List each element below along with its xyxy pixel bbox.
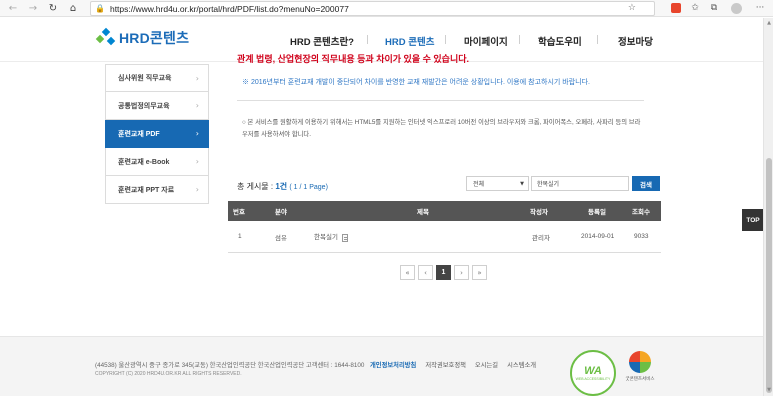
total-number: 1건: [275, 182, 288, 191]
nav-divider: [367, 35, 368, 44]
page-scrollbar[interactable]: ▲ ▼: [763, 18, 773, 396]
side-item-label: 훈련교재 e-Book: [118, 158, 170, 166]
reload-icon[interactable]: ↻: [46, 1, 60, 15]
next-page-button[interactable]: ›: [454, 265, 469, 280]
row-date: 2014-09-01: [581, 233, 615, 240]
row-field: 섬유: [275, 234, 287, 242]
notice-warning: 관계 법령, 산업현장의 직무내용 등과 차이가 있을 수 있습니다.: [237, 54, 470, 64]
footer-link-privacy[interactable]: 개인정보처리방침: [370, 360, 416, 369]
lock-icon: 🔒: [95, 4, 105, 13]
search-type-value: 전체: [473, 182, 485, 188]
side-item-mandatory-training[interactable]: 공통법정의무교육 ›: [105, 92, 209, 120]
notice-info: ※ 2016년부터 훈련교재 개발이 중단되어 차이를 반영한 교재 재발간은 …: [242, 79, 590, 86]
url-text: https://www.hrd4u.or.kr/portal/hrd/PDF/l…: [109, 3, 349, 14]
side-item-label: 심사위원 직무교육: [118, 75, 172, 82]
back-icon[interactable]: ←: [6, 1, 20, 15]
scroll-thumb[interactable]: [766, 158, 772, 393]
forward-icon[interactable]: →: [26, 1, 40, 15]
extension-icon[interactable]: [671, 3, 681, 13]
column-header: 번호: [233, 209, 245, 216]
browser-toolbar: ← → ↻ ⌂ 🔒 https://www.hrd4u.or.kr/portal…: [0, 0, 773, 17]
web-accessibility-mark-icon: WA WEB ACCESSIBILITY: [570, 350, 616, 396]
nav-item-mypage[interactable]: 마이페이지: [464, 34, 508, 48]
results-table: 번호 분야 제목 작성자 등록일 조회수 1 섬유 한복실기 관리자 2014-…: [228, 201, 661, 253]
more-menu-icon[interactable]: ···: [753, 1, 767, 15]
dropdown-arrow-icon: ▼: [520, 180, 524, 187]
address-bar[interactable]: 🔒 https://www.hrd4u.or.kr/portal/hrd/PDF…: [90, 1, 655, 16]
chevron-right-icon: ›: [195, 101, 199, 110]
logo-mark-icon: [95, 27, 116, 47]
good-content-mark: 굿콘텐츠서비스: [620, 351, 660, 382]
profile-avatar[interactable]: [731, 3, 742, 14]
footer-link-directions[interactable]: 오시는길: [475, 360, 498, 369]
side-item-evaluator-training[interactable]: 심사위원 직무교육 ›: [105, 64, 209, 92]
side-item-textbook-ebook[interactable]: 훈련교재 e-Book ›: [105, 148, 209, 176]
chevron-right-icon: ›: [195, 129, 199, 138]
side-item-textbook-pdf[interactable]: 훈련교재 PDF ›: [105, 120, 209, 148]
footer-links: 개인정보처리방침 저작권보호정책 오시는길 시스템소개: [370, 360, 536, 369]
scroll-up-icon[interactable]: ▲: [765, 20, 773, 26]
first-page-button[interactable]: «: [400, 265, 415, 280]
column-header: 분야: [275, 209, 287, 216]
row-number: 1: [238, 233, 242, 240]
chevron-right-icon: ›: [195, 157, 199, 166]
footer-address: (44538) 울산광역시 중구 종가로 345(교동) 한국산업인력공단 한국…: [95, 362, 365, 369]
row-views: 9033: [634, 233, 649, 240]
scroll-top-button[interactable]: TOP: [742, 209, 764, 231]
nav-divider: [519, 35, 520, 44]
row-title[interactable]: 한복실기: [314, 231, 348, 242]
page-info: ( 1 / 1 Page): [289, 184, 328, 191]
column-header: 등록일: [588, 209, 606, 216]
total-label: 총 게시물 :: [237, 182, 276, 191]
scroll-down-icon[interactable]: ▼: [765, 387, 773, 393]
prev-page-button[interactable]: ‹: [418, 265, 433, 280]
site-footer: (44538) 울산광역시 중구 종가로 345(교동) 한국산업인력공단 한국…: [0, 336, 763, 396]
row-author: 관리자: [532, 234, 550, 242]
favorites-list-icon[interactable]: ✩: [688, 1, 702, 15]
nav-item-about[interactable]: HRD 콘텐츠란?: [290, 34, 354, 48]
logo-text: HRD콘텐츠: [119, 30, 190, 46]
side-item-label: 훈련교재 PDF: [118, 130, 160, 138]
chevron-right-icon: ›: [195, 73, 199, 83]
footer-copyright: COPYRIGHT (C) 2020 HRD4U.OR.KR ALL RIGHT…: [95, 371, 242, 377]
nav-item-hrd-content[interactable]: HRD 콘텐츠: [385, 34, 434, 48]
search-button[interactable]: 검색: [632, 176, 660, 191]
nav-item-help[interactable]: 학습도우미: [538, 34, 582, 48]
search-input[interactable]: [531, 176, 629, 191]
side-item-label: 공통법정의무교육: [118, 102, 170, 110]
chevron-right-icon: ›: [195, 185, 199, 194]
collections-icon[interactable]: ⧉: [707, 1, 721, 15]
side-menu: 심사위원 직무교육 › 공통법정의무교육 › 훈련교재 PDF › 훈련교재 e…: [105, 64, 209, 204]
table-row[interactable]: 1 섬유 한복실기 관리자 2014-09-01 9033: [228, 221, 661, 253]
last-page-button[interactable]: »: [472, 265, 487, 280]
service-notice: ○ 본 서비스를 원활하게 이용하기 위해서는 HTML5를 지원하는 인터넷 …: [242, 119, 641, 138]
nav-item-info[interactable]: 정보마당: [618, 34, 653, 48]
row-title-text: 한복실기: [314, 234, 338, 242]
pagination: « ‹ 1 › »: [400, 265, 487, 280]
footer-link-system[interactable]: 시스템소개: [507, 360, 536, 369]
site-logo[interactable]: HRD콘텐츠: [95, 27, 190, 48]
column-header: 조회수: [632, 209, 650, 216]
current-page-button[interactable]: 1: [436, 265, 451, 280]
column-header: 제목: [417, 209, 429, 216]
nav-divider: [597, 35, 598, 44]
good-content-label: 굿콘텐츠서비스: [625, 376, 655, 381]
good-content-logo-icon: [629, 351, 651, 373]
nav-divider: [445, 35, 446, 44]
total-count: 총 게시물 : 1건 ( 1 / 1 Page): [237, 181, 328, 192]
side-item-label: 훈련교재 PPT 자료: [118, 186, 175, 194]
column-header: 작성자: [530, 209, 548, 216]
file-attachment-icon[interactable]: [341, 233, 348, 242]
search-type-select[interactable]: 전체 ▼: [466, 176, 529, 191]
home-icon[interactable]: ⌂: [66, 1, 80, 15]
footer-link-copyright[interactable]: 저작권보호정책: [425, 360, 466, 369]
favorite-star-icon[interactable]: ☆: [628, 3, 636, 13]
side-item-textbook-ppt[interactable]: 훈련교재 PPT 자료 ›: [105, 176, 209, 204]
section-divider: [237, 100, 644, 101]
table-header: 번호 분야 제목 작성자 등록일 조회수: [228, 201, 661, 221]
